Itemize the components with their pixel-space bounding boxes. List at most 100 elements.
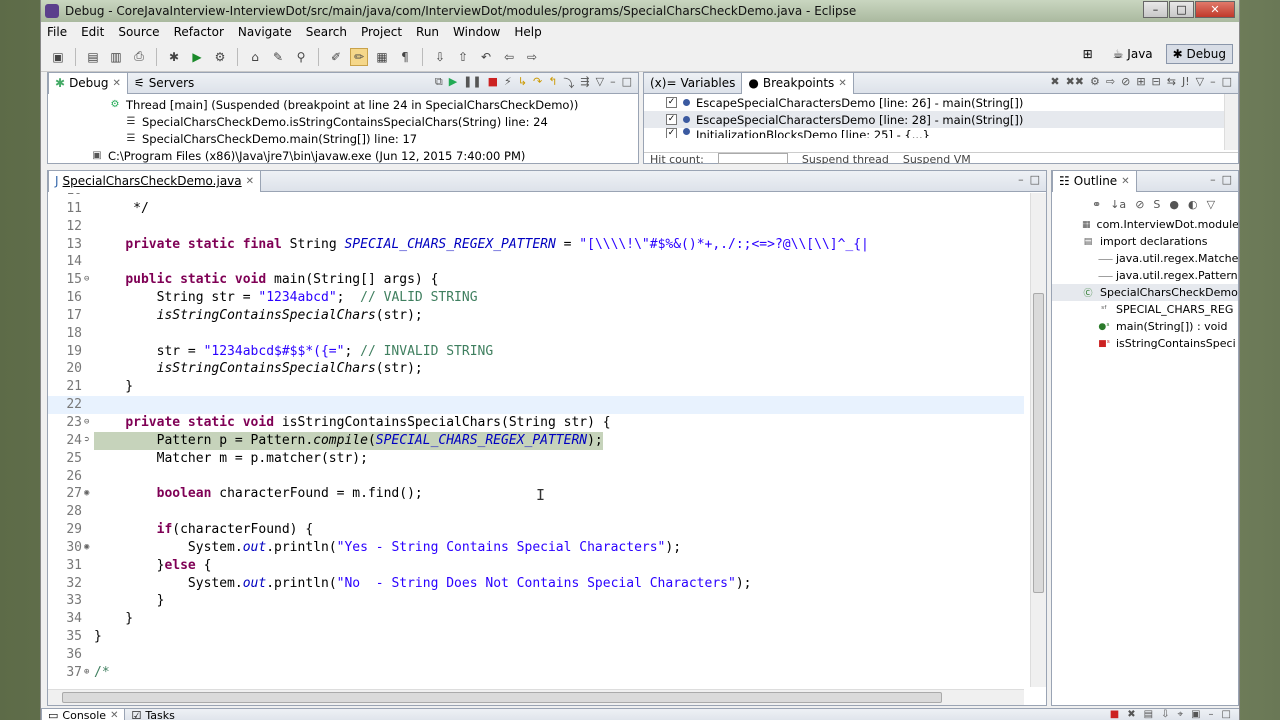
gutter-marker-icon[interactable]: ⊖ bbox=[84, 414, 94, 432]
gutter[interactable] bbox=[84, 450, 94, 468]
close-icon[interactable]: ✕ bbox=[838, 78, 846, 89]
link-with-debug-icon[interactable]: ⇆ bbox=[1167, 75, 1176, 88]
outline-item[interactable]: ▤ import declarations bbox=[1052, 233, 1238, 250]
tab-variables[interactable]: (x)= Variables bbox=[644, 73, 741, 94]
gutter[interactable] bbox=[84, 646, 94, 664]
toggle-breadcrumb-icon[interactable]: ✏ bbox=[350, 47, 368, 66]
print-icon[interactable]: ⎙ bbox=[130, 48, 148, 66]
disconnect-icon[interactable]: ⚡ bbox=[504, 75, 512, 91]
expand-all-icon[interactable]: ⊞ bbox=[1136, 75, 1145, 88]
forward-icon[interactable]: ⇨ bbox=[523, 48, 541, 66]
gutter[interactable] bbox=[84, 343, 94, 361]
minimize-view-icon[interactable]: – bbox=[610, 75, 616, 91]
remove-terminated-icon[interactable]: ⧉ bbox=[435, 75, 443, 91]
gutter[interactable] bbox=[84, 557, 94, 575]
outline-item[interactable]: ●ˢ main(String[]) : void bbox=[1052, 318, 1238, 335]
back-icon[interactable]: ⇦ bbox=[500, 48, 518, 66]
code-line[interactable]: 20 isStringContainsSpecialChars(str); bbox=[48, 360, 1024, 378]
hide-static-icon[interactable]: S bbox=[1153, 198, 1160, 211]
block-selection-icon[interactable]: ▦ bbox=[373, 48, 391, 66]
gutter[interactable] bbox=[84, 503, 94, 521]
menu-source[interactable]: Source bbox=[118, 25, 159, 39]
suspend-thread-radio[interactable]: Suspend thread bbox=[802, 153, 889, 164]
thread-row[interactable]: ⚙ Thread [main] (Suspended (breakpoint at… bbox=[48, 96, 638, 113]
code-line[interactable]: 31 }else { bbox=[48, 557, 1024, 575]
open-type-icon[interactable]: ⌂ bbox=[246, 48, 264, 66]
minimize-button[interactable]: – bbox=[1143, 1, 1168, 18]
code-line[interactable]: 19 str = "1234abcd$#$$*({="; // INVALID … bbox=[48, 343, 1024, 361]
search-icon[interactable]: ⚲ bbox=[292, 48, 310, 66]
gutter[interactable] bbox=[84, 628, 94, 646]
breakpoint-row[interactable]: ✓ EscapeSpecialCharactersDemo [line: 28] … bbox=[644, 111, 1238, 128]
minimize-view-icon[interactable]: – bbox=[1210, 75, 1216, 88]
tab-debug[interactable]: ✱ Debug ✕ bbox=[48, 72, 128, 94]
maximize-view-icon[interactable]: □ bbox=[622, 75, 632, 91]
gutter[interactable] bbox=[84, 236, 94, 254]
breakpoint-checkbox[interactable]: ✓ bbox=[666, 128, 677, 138]
tab-breakpoints[interactable]: ● Breakpoints ✕ bbox=[741, 72, 854, 94]
tab-outline[interactable]: ☷ Outline ✕ bbox=[1052, 170, 1137, 192]
collapse-all-icon[interactable]: ⚭ bbox=[1092, 198, 1101, 211]
last-edit-icon[interactable]: ↶ bbox=[477, 48, 495, 66]
view-menu-icon[interactable]: ▽ bbox=[596, 75, 604, 91]
hide-non-public-icon[interactable]: ● bbox=[1169, 198, 1179, 211]
open-task-icon[interactable]: ✎ bbox=[269, 48, 287, 66]
close-icon[interactable]: ✕ bbox=[1121, 176, 1129, 187]
toggle-mark-occurrences-icon[interactable]: ✐ bbox=[327, 48, 345, 66]
gutter[interactable] bbox=[84, 521, 94, 539]
gutter[interactable] bbox=[84, 575, 94, 593]
drop-to-frame-icon[interactable]: ⤵ bbox=[563, 75, 574, 91]
maximize-view-icon[interactable]: □ bbox=[1222, 75, 1232, 88]
maximize-view-icon[interactable]: □ bbox=[1222, 709, 1231, 720]
gutter[interactable] bbox=[84, 307, 94, 325]
breakpoints-scrollbar[interactable] bbox=[1224, 94, 1238, 150]
minimize-view-icon[interactable]: – bbox=[1209, 709, 1214, 720]
menu-help[interactable]: Help bbox=[514, 25, 541, 39]
close-button[interactable]: ✕ bbox=[1195, 1, 1235, 18]
next-annotation-icon[interactable]: ⇩ bbox=[431, 48, 449, 66]
skip-all-breakpoints-icon[interactable]: ⊘ bbox=[1121, 75, 1130, 88]
minimize-view-icon[interactable]: – bbox=[1210, 173, 1216, 186]
go-to-file-icon[interactable]: ⇨ bbox=[1106, 75, 1115, 88]
previous-annotation-icon[interactable]: ⇧ bbox=[454, 48, 472, 66]
maximize-view-icon[interactable]: □ bbox=[1222, 173, 1232, 186]
sort-icon[interactable]: ↓a bbox=[1110, 198, 1126, 211]
code-line[interactable]: 24 ➲ Pattern p = Pattern.compile(SPECIAL_… bbox=[48, 431, 1024, 450]
save-all-icon[interactable]: ▥ bbox=[107, 48, 125, 66]
pin-console-icon[interactable]: ⌖ bbox=[1177, 709, 1183, 720]
new-icon[interactable]: ▣ bbox=[49, 48, 67, 66]
menu-navigate[interactable]: Navigate bbox=[238, 25, 292, 39]
code-line[interactable]: 37 ⊕/* bbox=[48, 664, 1024, 682]
external-tools-icon[interactable]: ⚙ bbox=[211, 48, 229, 66]
tab-console[interactable]: ▭ Console ✕ bbox=[41, 708, 126, 720]
menu-edit[interactable]: Edit bbox=[81, 25, 104, 39]
code-area[interactable]: 10 *11 */1213 private static final Strin… bbox=[48, 193, 1024, 687]
gutter[interactable] bbox=[84, 468, 94, 486]
editor-vertical-scrollbar[interactable] bbox=[1030, 193, 1046, 687]
code-line[interactable]: 28 bbox=[48, 503, 1024, 521]
step-over-icon[interactable]: ↷ bbox=[533, 75, 542, 91]
suspend-icon[interactable]: ❚❚ bbox=[463, 75, 481, 91]
perspective-debug[interactable]: ✱ Debug bbox=[1165, 44, 1233, 64]
scroll-thumb[interactable] bbox=[1033, 293, 1044, 593]
stack-frame-row[interactable]: ☰ SpecialCharsCheckDemo.isStringContainsS… bbox=[48, 113, 638, 130]
breakpoint-row[interactable]: ✓ InitializationBlocksDemo [line: 25] - {… bbox=[644, 128, 1238, 138]
terminate-icon[interactable]: ■ bbox=[488, 75, 498, 91]
outline-item[interactable]: ⸺ java.util.regex.Matche bbox=[1052, 250, 1238, 267]
remove-breakpoint-icon[interactable]: ✖ bbox=[1050, 75, 1059, 88]
menu-file[interactable]: File bbox=[47, 25, 67, 39]
code-line[interactable]: 12 bbox=[48, 218, 1024, 236]
gutter[interactable] bbox=[84, 218, 94, 236]
code-line[interactable]: 15 ⊖ public static void main(String[] arg… bbox=[48, 271, 1024, 289]
code-line[interactable]: 30 ◉ System.out.println("Yes - String Con… bbox=[48, 539, 1024, 557]
gutter[interactable] bbox=[84, 592, 94, 610]
breakpoint-row[interactable]: ✓ EscapeSpecialCharactersDemo [line: 26] … bbox=[644, 94, 1238, 111]
close-icon[interactable]: ✕ bbox=[113, 78, 121, 89]
save-icon[interactable]: ▤ bbox=[84, 48, 102, 66]
debug-icon[interactable]: ✱ bbox=[165, 48, 183, 66]
scroll-thumb[interactable] bbox=[62, 692, 942, 703]
code-line[interactable]: 17 isStringContainsSpecialChars(str); bbox=[48, 307, 1024, 325]
step-return-icon[interactable]: ↰ bbox=[548, 75, 557, 91]
gutter[interactable] bbox=[84, 253, 94, 271]
gutter-marker-icon[interactable]: ◉ bbox=[84, 539, 94, 557]
